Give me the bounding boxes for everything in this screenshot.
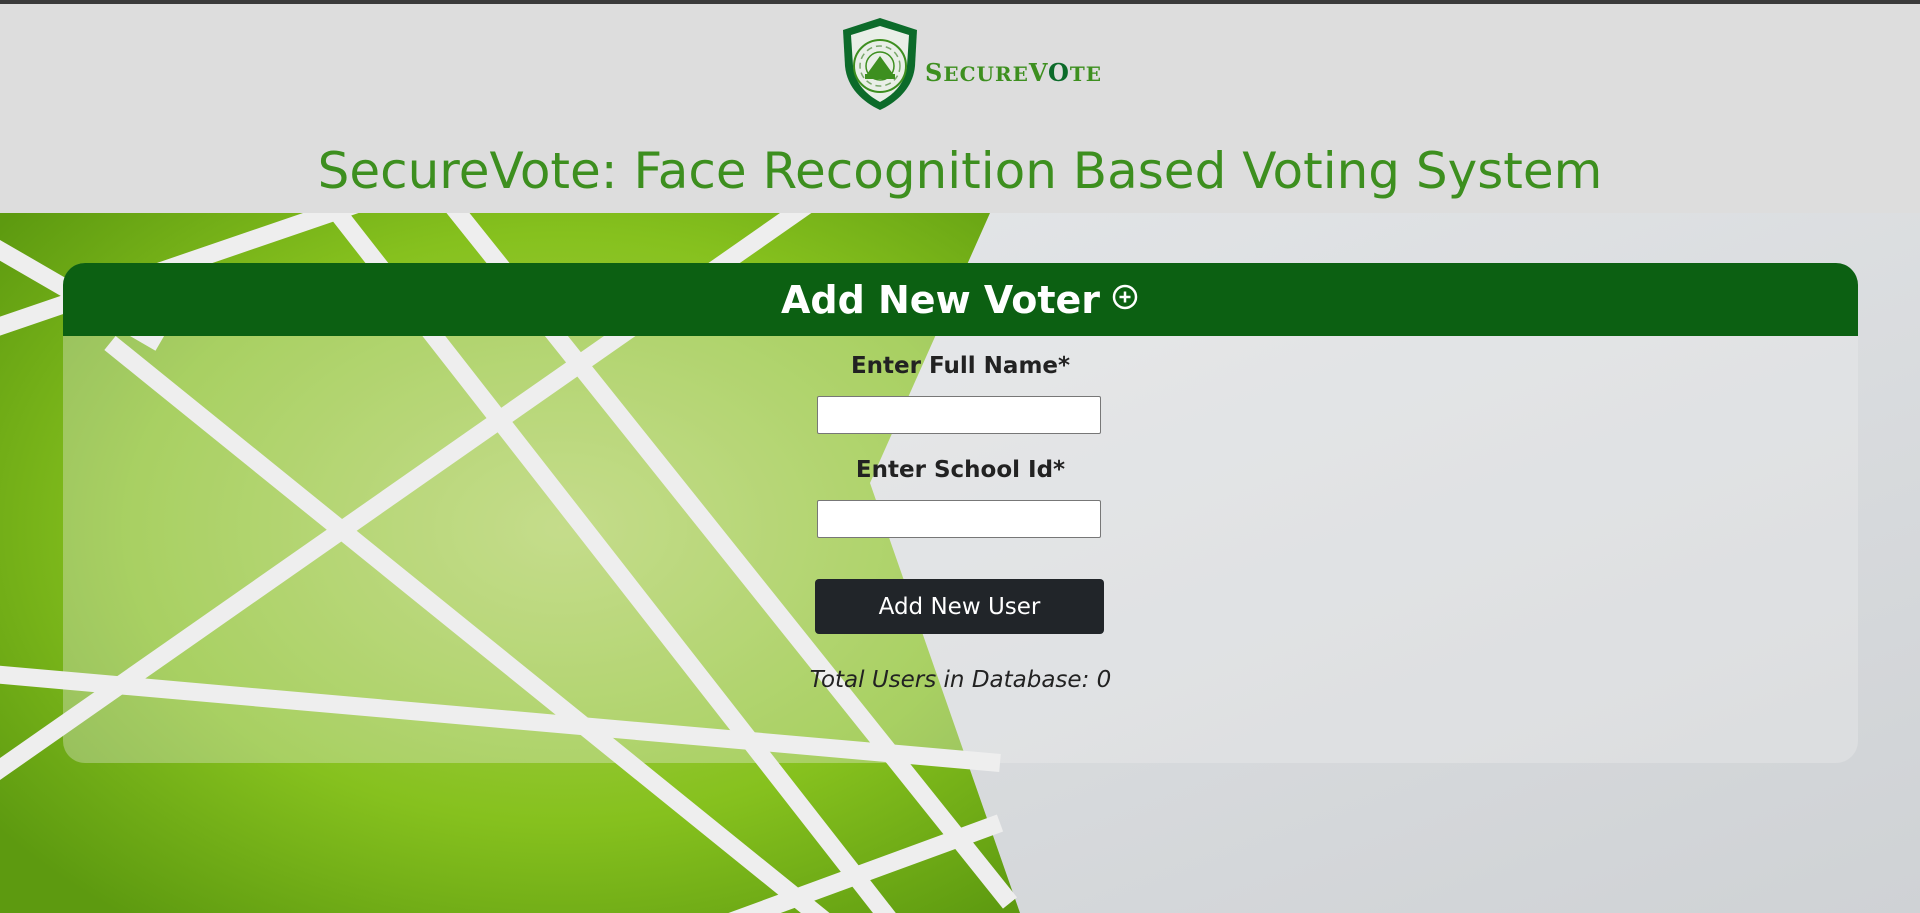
page: SECUREVOTE SecureVote: Face Recognition … <box>0 0 1920 913</box>
total-users-count: Total Users in Database: 0 <box>809 667 1112 693</box>
add-voter-card: Add New Voter Enter Full Name* Enter Sch… <box>63 263 1858 763</box>
school-id-input[interactable] <box>817 500 1101 538</box>
card-title: Add New Voter <box>63 278 1858 325</box>
full-name-input[interactable] <box>817 396 1101 434</box>
page-title: SecureVote: Face Recognition Based Votin… <box>317 142 1603 200</box>
card-header: Add New Voter <box>63 263 1858 336</box>
logo-letter-v: V <box>1028 58 1049 87</box>
logo-letter-s: S <box>925 58 944 87</box>
logo-letters-ecure: ECURE <box>943 62 1029 86</box>
logo-letters-te: TE <box>1069 62 1103 86</box>
add-new-user-button[interactable]: Add New User <box>815 579 1104 634</box>
securevote-logo: SECUREVOTE <box>835 14 1101 114</box>
full-name-label: Enter Full Name* <box>850 353 1071 379</box>
card-title-text: Add New Voter <box>780 278 1101 322</box>
site-header: SECUREVOTE SecureVote: Face Recognition … <box>0 4 1920 213</box>
shield-logo-icon <box>843 18 917 110</box>
plus-circle-icon <box>1110 277 1140 321</box>
logo-wordmark: SECUREVOTE <box>925 58 1102 87</box>
school-id-label: Enter School Id* <box>855 457 1066 483</box>
logo-fingerprint-o: O <box>1048 58 1070 87</box>
